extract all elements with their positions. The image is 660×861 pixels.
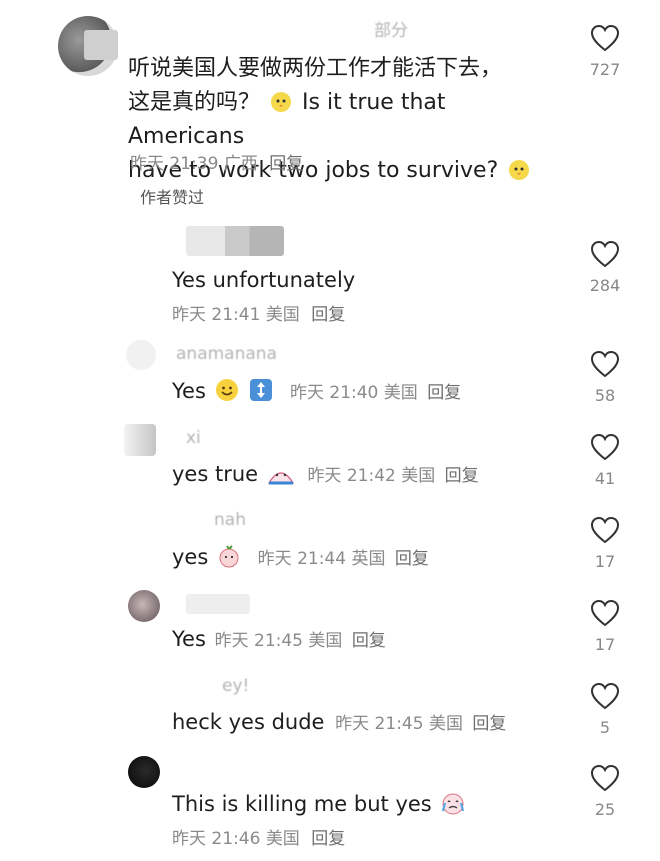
avatar[interactable]	[126, 340, 156, 370]
heart-outline-icon	[590, 433, 620, 461]
reply-meta: 昨天 21:41 美国 回复	[172, 300, 345, 325]
avatar[interactable]	[124, 424, 156, 456]
heart-outline-icon	[590, 764, 620, 792]
like-count: 17	[594, 552, 616, 571]
like-button[interactable]: 17	[577, 599, 633, 654]
comment-line-1: 听说美国人要做两份工作才能活下去，	[128, 56, 503, 81]
reply-meta: 昨天 21:46 美国 回复	[172, 824, 345, 849]
reply-location: 美国	[428, 714, 463, 734]
like-count: 25	[594, 800, 616, 819]
username-blur	[186, 226, 284, 256]
avatar[interactable]	[128, 590, 160, 622]
reply-meta: 昨天 21:44 英国 回复	[258, 549, 429, 569]
reply-button[interactable]: 回复	[472, 714, 506, 734]
reply-location: 美国	[265, 305, 300, 325]
reply-time: 昨天 21:45	[335, 714, 424, 734]
reply-text: This is killing me but yes	[172, 790, 466, 818]
reply-meta: 昨天 21:42 美国 回复	[307, 466, 478, 486]
reply-text: Yes 昨天 21:40 美国 回复	[172, 377, 461, 407]
comment-time: 昨天 21:39	[130, 154, 219, 174]
reply-text: heck yes dude 昨天 21:45 美国 回复	[172, 708, 506, 738]
reply-time: 昨天 21:45	[214, 631, 303, 651]
crying-emoji-icon	[267, 461, 294, 485]
reply-button[interactable]: 回复	[445, 466, 479, 486]
reply-text-value: yes true	[172, 462, 259, 486]
like-count: 284	[589, 276, 621, 295]
reply-time: 昨天 21:46	[172, 829, 261, 849]
reply-button[interactable]: 回复	[352, 631, 386, 651]
like-button[interactable]: 58	[577, 350, 633, 405]
comment-line-2-cn: 这是真的吗？	[128, 90, 261, 115]
reply-location: 美国	[383, 383, 418, 403]
reply-meta: 昨天 21:45 美国 回复	[215, 631, 386, 651]
reply-button[interactable]: 回复	[311, 829, 345, 849]
heart-outline-icon	[590, 516, 620, 544]
liked-by-author-label: 作者赞过	[140, 188, 205, 207]
reply-location: 美国	[265, 829, 300, 849]
like-button[interactable]: 727	[577, 24, 633, 79]
reply-time: 昨天 21:40	[289, 383, 379, 403]
reply-button[interactable]: 回复	[269, 154, 303, 174]
reply-location: 英国	[351, 549, 386, 569]
up-down-arrow-icon	[249, 378, 273, 402]
reply-text: Yes 昨天 21:45 美国 回复	[172, 625, 386, 655]
reply-location: 美国	[308, 631, 343, 651]
reply-time: 昨天 21:44	[257, 549, 347, 569]
heart-outline-icon	[590, 599, 620, 627]
heart-outline-icon	[590, 350, 620, 378]
reply-text: yes true 昨天 21:42 美国 回复	[172, 460, 479, 490]
peach-emoji-icon	[217, 544, 241, 568]
username[interactable]: nah	[214, 510, 246, 530]
like-count: 5	[599, 718, 611, 737]
reply-location: 美国	[401, 466, 436, 486]
reply-meta: 昨天 21:40 美国 回复	[290, 383, 461, 403]
like-button[interactable]: 284	[577, 240, 633, 295]
reply-text-value: Yes	[172, 627, 206, 651]
heart-outline-icon	[590, 682, 620, 710]
username[interactable]: ey!	[222, 676, 249, 696]
like-button[interactable]: 25	[577, 764, 633, 819]
reply-text-value: This is killing me but yes	[172, 792, 432, 816]
username[interactable]: xi	[186, 428, 201, 448]
like-button[interactable]: 41	[577, 433, 633, 488]
avatar[interactable]	[128, 756, 160, 788]
heart-outline-icon	[590, 24, 620, 52]
reply-button[interactable]: 回复	[395, 549, 429, 569]
reply-text-value: yes	[172, 545, 209, 569]
like-button[interactable]: 5	[577, 682, 633, 737]
heart-outline-icon	[590, 240, 620, 268]
username-blur	[186, 594, 250, 614]
reply-button[interactable]: 回复	[427, 383, 461, 403]
like-count: 727	[589, 60, 621, 79]
reply-time: 昨天 21:41	[172, 305, 261, 325]
reply-button[interactable]: 回复	[311, 305, 345, 325]
smile-emoji-icon	[215, 378, 239, 402]
reply-text-value: Yes	[172, 379, 206, 403]
like-count: 41	[594, 469, 616, 488]
reply-text: Yes unfortunately	[172, 268, 356, 292]
username-blur	[84, 30, 118, 60]
like-count: 17	[594, 635, 616, 654]
reply-text-value: heck yes dude	[172, 710, 325, 734]
chick-emoji-icon	[269, 89, 293, 113]
chick-emoji-icon	[507, 157, 531, 181]
like-button[interactable]: 17	[577, 516, 633, 571]
comment-location: 广西	[223, 154, 258, 174]
username[interactable]: 部分	[374, 16, 408, 41]
crying-face-emoji-icon	[440, 791, 465, 815]
like-count: 58	[594, 386, 616, 405]
reply-text: yes 昨天 21:44 英国 回复	[172, 543, 429, 573]
comment-meta: 昨天 21:39 广西 回复	[130, 149, 303, 174]
reply-time: 昨天 21:42	[307, 466, 396, 486]
reply-meta: 昨天 21:45 美国 回复	[335, 714, 506, 734]
username[interactable]: anamanana	[176, 344, 277, 364]
